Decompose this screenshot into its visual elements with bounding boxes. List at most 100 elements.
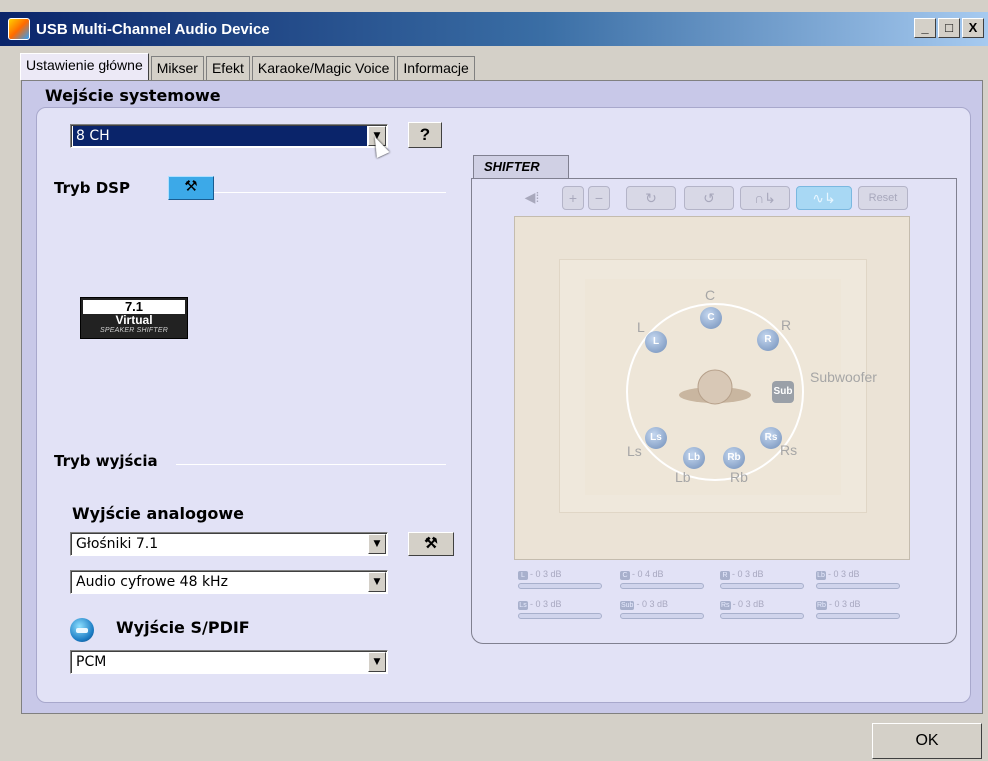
hammer-icon: ⚒ — [424, 535, 438, 552]
tab-bar: Ustawienie główne Mikser Efekt Karaoke/M… — [20, 53, 477, 80]
dsp-divider — [214, 192, 446, 193]
speaker-settings-button[interactable]: ⚒ — [408, 532, 454, 556]
output-mode-label: Tryb wyjścia — [54, 452, 158, 470]
hammer-icon: ⚒ — [184, 178, 198, 195]
wave-mode-button[interactable]: ∿↳ — [796, 186, 852, 210]
left-back-label: Lb — [675, 469, 691, 485]
meter-value: - 0 3 dB — [828, 599, 861, 609]
spdif-value: PCM — [76, 654, 107, 670]
meter-chip: Lb — [816, 571, 826, 580]
speaker-volume-icon[interactable]: ◀⁞ — [514, 186, 550, 210]
right-surround-speaker[interactable]: Rs — [760, 427, 782, 449]
meter-chip: Rb — [816, 601, 827, 610]
zoom-in-button[interactable]: + — [562, 186, 584, 210]
meter-slider[interactable] — [518, 583, 602, 589]
chevron-down-icon[interactable]: ▼ — [368, 652, 386, 672]
subwoofer-label: Subwoofer — [810, 369, 877, 385]
center-speaker-label: C — [705, 287, 716, 303]
center-speaker[interactable]: C — [700, 307, 722, 329]
rotate-left-button[interactable]: ↺ — [684, 186, 734, 210]
plus-icon: + — [568, 190, 578, 206]
meter-slider[interactable] — [720, 583, 804, 589]
wave-icon: ∿↳ — [812, 190, 836, 206]
spdif-select[interactable]: PCM ▼ — [70, 650, 388, 674]
right-back-speaker[interactable]: Rb — [723, 447, 745, 469]
help-button[interactable]: ? — [408, 122, 442, 148]
meter-chip: Ls — [518, 601, 528, 610]
output-divider — [176, 464, 446, 465]
system-input-value: 8 CH — [73, 126, 367, 146]
reset-button[interactable]: Reset — [858, 186, 908, 210]
spdif-output-label: Wyjście S/PDIF — [116, 618, 250, 637]
close-button[interactable]: X — [962, 18, 984, 38]
spdif-toggle-icon[interactable] — [70, 618, 94, 642]
tab-karaoke[interactable]: Karaoke/Magic Voice — [251, 56, 396, 80]
right-back-label: Rb — [730, 469, 748, 485]
left-speaker[interactable]: L — [645, 331, 667, 353]
meter-lb[interactable]: Lb - 0 3 dB — [816, 569, 906, 591]
meter-value: - 0 3 dB — [828, 569, 860, 579]
meter-slider[interactable] — [816, 613, 900, 619]
meter-value: - 0 4 dB — [632, 569, 664, 579]
meter-chip: L — [518, 571, 528, 580]
meter-chip: Rs — [720, 601, 731, 610]
analog-output-label: Wyjście analogowe — [72, 504, 245, 523]
logo-speaker-shifter: SPEAKER SHIFTER — [100, 327, 168, 334]
rotate-right-button[interactable]: ↻ — [626, 186, 676, 210]
window-controls: _ □ X — [914, 18, 984, 38]
meter-r[interactable]: R- 0 3 dB — [720, 569, 810, 591]
meter-slider[interactable] — [816, 583, 900, 589]
right-speaker-label: R — [781, 317, 792, 333]
meter-slider[interactable] — [620, 583, 704, 589]
right-speaker[interactable]: R — [757, 329, 779, 351]
meter-l[interactable]: L- 0 3 dB — [518, 569, 608, 591]
minimize-button[interactable]: _ — [914, 18, 936, 38]
speaker-stage[interactable]: C C L L R R Sub Subwoofer Ls Ls Rs Rs Lb… — [514, 216, 910, 560]
ok-button[interactable]: OK — [872, 723, 982, 759]
zoom-out-button[interactable]: − — [588, 186, 610, 210]
chevron-down-icon[interactable]: ▼ — [368, 572, 386, 592]
system-input-title: Wejście systemowe — [45, 86, 221, 105]
meter-slider[interactable] — [720, 613, 804, 619]
headphone-icon: ∩↳ — [754, 190, 776, 206]
headphone-mode-button[interactable]: ∩↳ — [740, 186, 790, 210]
meter-slider[interactable] — [620, 613, 704, 619]
meter-value: - 0 3 dB — [530, 569, 562, 579]
left-surround-label: Ls — [627, 443, 642, 459]
analog-output-select[interactable]: Głośniki 7.1 ▼ — [70, 532, 388, 556]
meter-chip: R — [720, 571, 730, 580]
meter-sub[interactable]: Sub - 0 3 dB — [620, 599, 710, 621]
rotate-ccw-icon: ↺ — [703, 190, 715, 206]
sub-speaker[interactable]: Sub — [772, 381, 794, 403]
tab-mixer[interactable]: Mikser — [150, 56, 204, 80]
dsp-settings-button[interactable]: ⚒ — [168, 176, 214, 200]
meter-rb[interactable]: Rb - 0 3 dB — [816, 599, 906, 621]
left-surround-speaker[interactable]: Ls — [645, 427, 667, 449]
system-input-select[interactable]: 8 CH ▼ — [70, 124, 388, 148]
meter-chip: C — [620, 571, 630, 580]
meter-chip: Sub — [620, 601, 635, 610]
digital-audio-select[interactable]: Audio cyfrowe 48 kHz ▼ — [70, 570, 388, 594]
meter-value: - 0 3 dB — [636, 599, 668, 609]
window-title: USB Multi-Channel Audio Device — [36, 20, 270, 38]
meter-value: - 0 3 dB — [530, 599, 562, 609]
tab-main-settings[interactable]: Ustawienie główne — [20, 53, 149, 80]
virtual-speaker-shifter-logo: 7.1 Virtual SPEAKER SHIFTER — [80, 297, 188, 339]
shifter-tab[interactable]: SHIFTER — [473, 155, 569, 179]
right-surround-label: Rs — [780, 442, 798, 458]
meter-c[interactable]: C- 0 4 dB — [620, 569, 710, 591]
meter-value: - 0 3 dB — [732, 599, 765, 609]
tab-information[interactable]: Informacje — [397, 56, 475, 80]
maximize-button[interactable]: □ — [938, 18, 960, 38]
logo-virtual: Virtual — [115, 313, 153, 327]
analog-output-value: Głośniki 7.1 — [76, 536, 159, 552]
tab-effect[interactable]: Efekt — [205, 56, 250, 80]
meter-slider[interactable] — [518, 613, 602, 619]
left-back-speaker[interactable]: Lb — [683, 447, 705, 469]
dsp-mode-label: Tryb DSP — [54, 179, 130, 197]
meter-rs[interactable]: Rs - 0 3 dB — [720, 599, 810, 621]
rotate-cw-icon: ↻ — [645, 190, 657, 206]
logo-71: 7.1 — [83, 300, 185, 314]
meter-ls[interactable]: Ls - 0 3 dB — [518, 599, 608, 621]
chevron-down-icon[interactable]: ▼ — [368, 534, 386, 554]
